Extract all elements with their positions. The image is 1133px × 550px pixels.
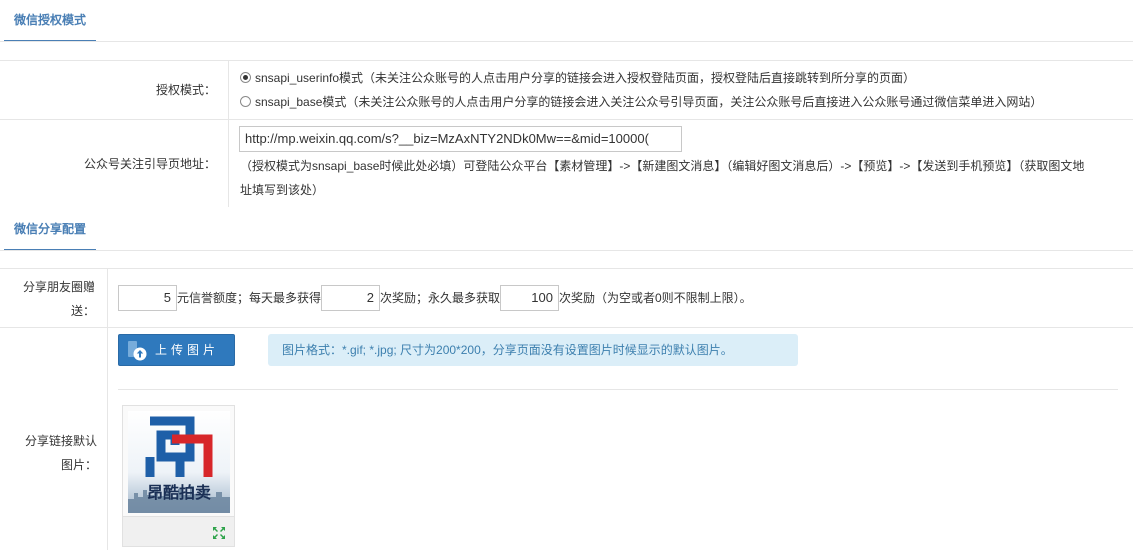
total-limit-input[interactable]: 100: [500, 285, 559, 311]
auth-option-base[interactable]: snsapi_base模式（未关注公众账号的人点击用户分享的链接会进入关注公众号…: [240, 92, 1042, 112]
upload-divider: [118, 389, 1118, 390]
share-section-title: 微信分享配置: [4, 209, 96, 251]
radio-userinfo[interactable]: [240, 72, 251, 83]
guide-url-help-line1: （授权模式为snsapi_base时候此处必填）可登陆公众平台【素材管理】->【…: [240, 159, 1085, 173]
row-divider: [228, 61, 229, 119]
auth-section-title: 微信授权模式: [4, 0, 96, 42]
auth-section-header: 微信授权模式: [0, 0, 1133, 42]
row-divider: [107, 269, 108, 327]
guide-url-input[interactable]: http://mp.weixin.qq.com/s?__biz=MzAxNTY2…: [239, 126, 682, 152]
row-divider: [228, 120, 229, 207]
daily-limit-input[interactable]: 2: [321, 285, 380, 311]
credit-amount-input[interactable]: 5: [118, 285, 177, 311]
default-image-preview: 昂酷拍卖: [128, 411, 230, 513]
brand-logo-text: 昂酷拍卖: [147, 483, 211, 502]
auth-mode-label: 授权模式：: [155, 83, 216, 97]
upload-image-label: 上传图片: [155, 343, 220, 357]
image-format-tip: 图片格式：*.gif; *.jpg; 尺寸为200*200，分享页面没有设置图片…: [268, 334, 798, 366]
moments-reward-label-line1: 分享朋友圈赠: [22, 280, 95, 294]
auth-mode-row: 授权模式： snsapi_userinfo模式（未关注公众账号的人点击用户分享的…: [0, 60, 1133, 119]
default-image-label-line1: 分享链接默认: [24, 434, 97, 448]
guide-url-help-line2: 址填写到该处）: [240, 183, 325, 197]
radio-base[interactable]: [240, 96, 251, 107]
default-image-thumbnail[interactable]: 昂酷拍卖: [122, 405, 235, 547]
total-limit-suffix: 次奖励（为空或者0则不限制上限）。: [559, 291, 752, 305]
credit-amount-suffix: 元信誉额度；每天最多获得: [177, 291, 322, 305]
daily-limit-suffix: 次奖励；永久最多获取: [380, 291, 501, 305]
guide-url-label: 公众号关注引导页地址：: [83, 157, 216, 171]
auth-option-userinfo[interactable]: snsapi_userinfo模式（未关注公众账号的人点击用户分享的链接会进入授…: [240, 68, 915, 88]
expand-icon[interactable]: [212, 526, 226, 540]
default-image-label-line2: 图片：: [60, 458, 97, 472]
brand-logo-image: 昂酷拍卖: [128, 411, 230, 513]
section-divider: [0, 41, 1133, 42]
auth-option-base-text: snsapi_base模式（未关注公众账号的人点击用户分享的链接会进入关注公众号…: [255, 95, 1043, 109]
upload-image-button[interactable]: 上传图片: [118, 334, 235, 366]
section-divider: [0, 250, 1133, 251]
upload-icon: [128, 341, 147, 361]
row-divider: [107, 328, 108, 550]
share-section-header: 微信分享配置: [0, 209, 1133, 251]
moments-reward-label-line2: 送：: [70, 304, 95, 318]
auth-option-userinfo-text: snsapi_userinfo模式（未关注公众账号的人点击用户分享的链接会进入授…: [255, 71, 916, 85]
